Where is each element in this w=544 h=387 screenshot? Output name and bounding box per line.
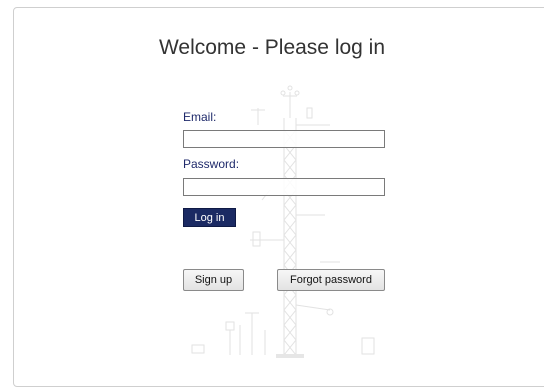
password-label: Password: [183,157,240,171]
password-field[interactable] [183,178,385,196]
signup-button[interactable]: Sign up [183,269,244,291]
login-button[interactable]: Log in [183,208,236,227]
email-label: Email: [183,110,217,124]
email-field[interactable] [183,130,385,148]
page-title: Welcome - Please log in [158,36,386,59]
forgot-password-button[interactable]: Forgot password [277,269,385,291]
login-panel [13,7,544,387]
